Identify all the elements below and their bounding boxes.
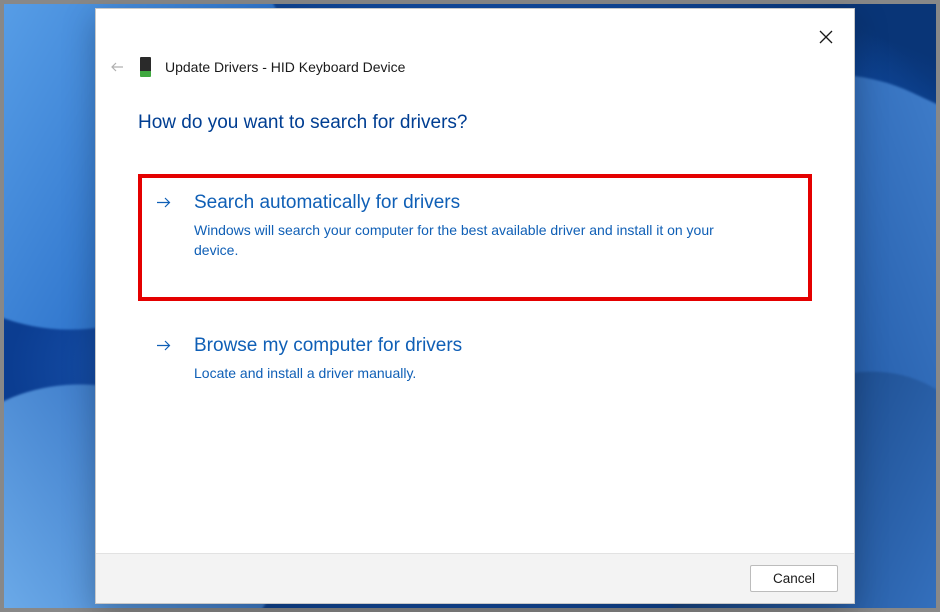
- option-description: Windows will search your computer for th…: [194, 220, 754, 261]
- close-button[interactable]: [812, 23, 840, 51]
- option-title: Search automatically for drivers: [194, 192, 788, 214]
- back-button[interactable]: [108, 58, 126, 76]
- question-heading: How do you want to search for drivers?: [138, 112, 812, 134]
- dialog-header: Update Drivers - HID Keyboard Device: [108, 57, 405, 77]
- option-search-automatically[interactable]: Search automatically for drivers Windows…: [138, 174, 812, 301]
- update-drivers-dialog: Update Drivers - HID Keyboard Device How…: [95, 8, 855, 604]
- dialog-title: Update Drivers - HID Keyboard Device: [165, 59, 405, 75]
- device-icon: [140, 57, 151, 77]
- dialog-footer: Cancel: [96, 553, 854, 603]
- back-arrow-icon: [110, 60, 124, 74]
- arrow-right-icon: [156, 339, 171, 357]
- option-browse-computer[interactable]: Browse my computer for drivers Locate an…: [138, 317, 812, 407]
- dialog-content: How do you want to search for drivers? S…: [138, 112, 812, 415]
- arrow-right-icon: [156, 196, 171, 214]
- option-description: Locate and install a driver manually.: [194, 363, 754, 383]
- option-title: Browse my computer for drivers: [194, 335, 788, 357]
- close-icon: [819, 30, 833, 44]
- cancel-button[interactable]: Cancel: [750, 565, 838, 592]
